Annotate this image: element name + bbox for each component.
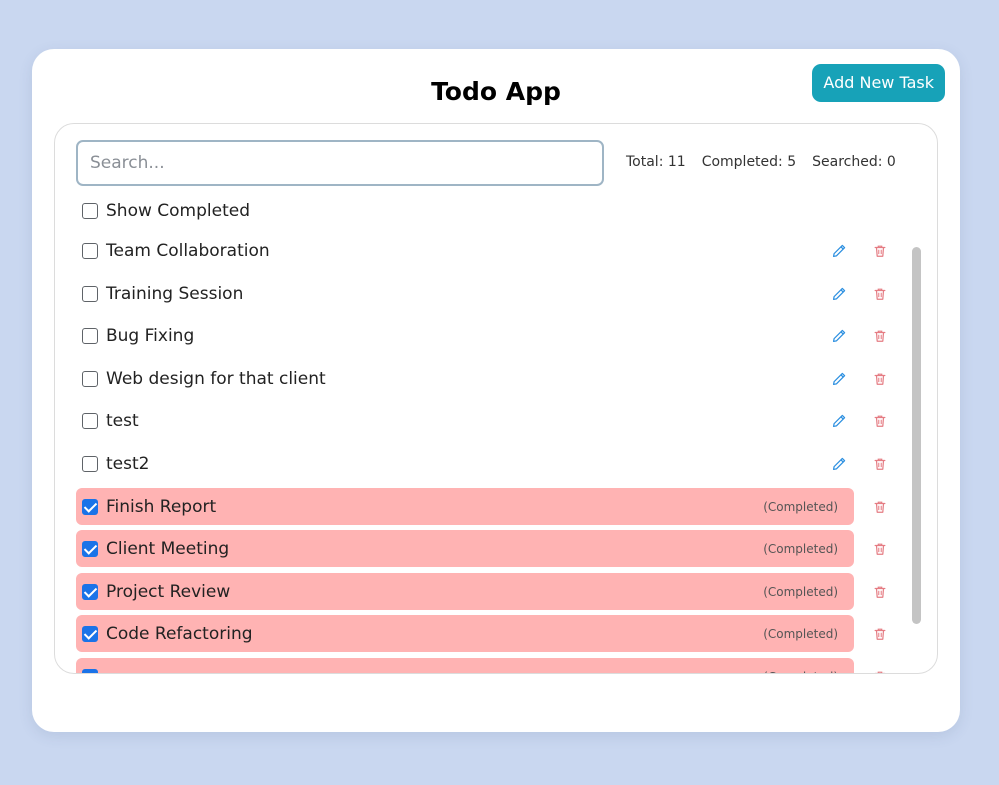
trash-icon[interactable] [873,456,887,470]
task-row-body: Code Refactoring (Completed) [76,615,854,652]
task-stats: Total: 11 Completed: 5 Searched: 0 [626,154,896,170]
task-checkbox[interactable] [82,668,98,673]
show-completed-filter[interactable]: Show Completed [82,201,250,221]
trash-icon[interactable] [873,584,887,598]
completed-tag: (Completed) [763,670,838,674]
task-checkbox[interactable] [82,455,98,472]
trash-icon[interactable] [873,499,887,513]
task-row: test [76,402,906,439]
task-row-body: Web design for that client [76,360,854,397]
task-checkbox[interactable] [82,242,98,259]
pencil-icon[interactable] [832,371,846,386]
task-row-body: Client Meeting (Completed) [76,530,854,567]
task-checkbox[interactable] [82,370,98,387]
task-name: test [106,410,139,431]
task-row-body: Training Session [76,275,854,312]
task-name: Team Collaboration [106,240,270,261]
trash-icon[interactable] [873,413,887,427]
task-name: Training Session [106,283,244,304]
todo-card: Todo App Add New Task Total: 11 Complete… [32,49,960,732]
task-row: Bug Fixing [76,317,906,354]
pencil-icon[interactable] [832,286,846,301]
task-checkbox[interactable] [82,327,98,344]
trash-icon[interactable] [873,626,887,640]
task-checkbox[interactable] [82,285,98,302]
task-name: test2 [106,453,150,474]
completed-tag: (Completed) [763,499,838,514]
task-row: Finish Report (Completed) [76,488,906,525]
task-row-body: test2 [76,445,854,482]
trash-icon[interactable] [873,243,887,257]
task-row-body: test [76,402,854,439]
task-name: Project Review [106,581,231,602]
task-name: Client Meeting [106,538,230,559]
task-row-body: Finish Report (Completed) [76,488,854,525]
task-row: test2 [76,445,906,482]
show-completed-checkbox[interactable] [82,203,98,219]
scrollbar-thumb[interactable] [912,247,921,624]
add-new-task-button[interactable]: Add New Task [812,64,945,102]
pencil-icon[interactable] [832,456,846,471]
searched-count: Searched: 0 [812,154,896,170]
task-row-body: (Completed) [76,658,854,673]
trash-icon[interactable] [873,541,887,555]
trash-icon[interactable] [873,371,887,385]
task-row: Client Meeting (Completed) [76,530,906,567]
task-row: Web design for that client [76,360,906,397]
task-checkbox[interactable] [82,540,98,557]
task-name: Code Refactoring [106,623,253,644]
task-row: (Completed) [76,658,906,673]
task-name: Web design for that client [106,368,326,389]
pencil-icon[interactable] [832,328,846,343]
completed-tag: (Completed) [763,584,838,599]
task-name: Bug Fixing [106,325,195,346]
task-row-body: Team Collaboration [76,232,854,269]
trash-icon[interactable] [873,328,887,342]
task-row-body: Project Review (Completed) [76,573,854,610]
task-checkbox[interactable] [82,498,98,515]
pencil-icon[interactable] [832,243,846,258]
task-row: Team Collaboration [76,232,906,269]
trash-icon[interactable] [873,286,887,300]
task-checkbox[interactable] [82,583,98,600]
trash-icon[interactable] [873,669,887,673]
task-name: Finish Report [106,496,217,517]
completed-tag: (Completed) [763,541,838,556]
task-row: Training Session [76,275,906,312]
show-completed-label: Show Completed [106,201,250,221]
completed-tag: (Completed) [763,626,838,641]
task-list: Team Collaboration Training Session Bug Fi… [76,232,906,673]
task-row: Code Refactoring (Completed) [76,615,906,652]
total-count: Total: 11 [626,154,686,170]
pencil-icon[interactable] [832,413,846,428]
task-row-body: Bug Fixing [76,317,854,354]
search-input[interactable] [76,140,604,186]
task-checkbox[interactable] [82,625,98,642]
task-panel: Total: 11 Completed: 5 Searched: 0 Show … [54,123,938,674]
task-row: Project Review (Completed) [76,573,906,610]
completed-count: Completed: 5 [701,154,797,170]
task-checkbox[interactable] [82,412,98,429]
